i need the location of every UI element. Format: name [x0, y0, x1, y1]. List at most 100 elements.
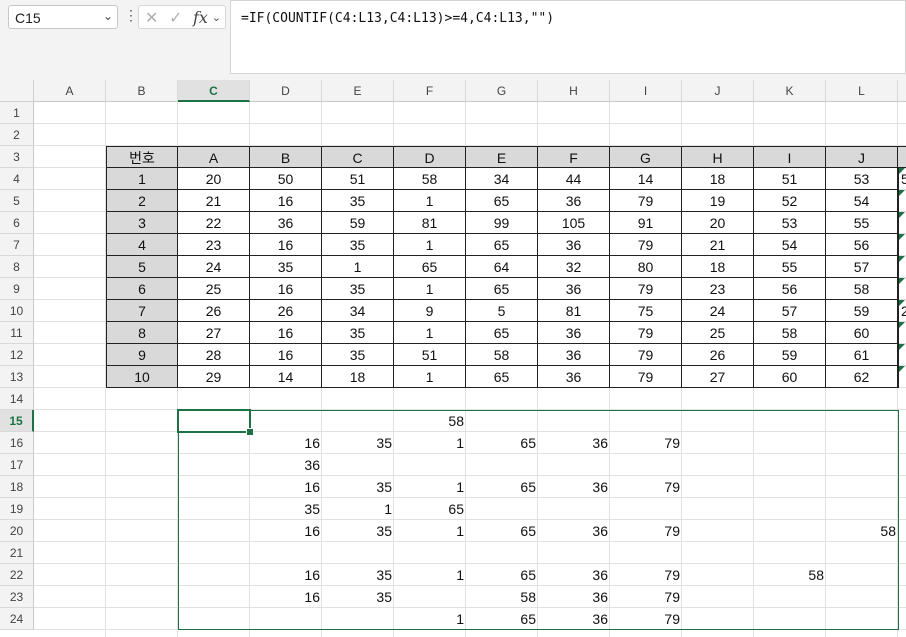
table-cell[interactable]: 51: [754, 168, 826, 190]
row-header-14[interactable]: 14: [0, 388, 34, 410]
table-cell[interactable]: 56: [754, 278, 826, 300]
table-cell[interactable]: 58: [466, 344, 538, 366]
table-cell[interactable]: 54: [754, 234, 826, 256]
row-header-17[interactable]: 17: [0, 454, 34, 476]
error-indicator-icon[interactable]: [899, 300, 905, 306]
error-indicator-icon[interactable]: [899, 366, 905, 372]
table-cell[interactable]: 65: [466, 322, 538, 344]
row-number-cell[interactable]: 3: [106, 212, 178, 234]
table-cell[interactable]: 16: [250, 322, 322, 344]
column-header-e[interactable]: E: [322, 80, 394, 102]
table-cell[interactable]: 1: [394, 234, 466, 256]
row-number-cell[interactable]: 8: [106, 322, 178, 344]
row-number-cell[interactable]: 5: [106, 256, 178, 278]
table-cell[interactable]: 36: [538, 322, 610, 344]
column-header-h[interactable]: H: [538, 80, 610, 102]
table-cell[interactable]: 1: [394, 322, 466, 344]
table-cell[interactable]: 36: [538, 234, 610, 256]
table-cell[interactable]: 59: [754, 344, 826, 366]
table-cell[interactable]: 91: [610, 212, 682, 234]
table-cell[interactable]: 79: [610, 366, 682, 388]
table-cell[interactable]: 105: [538, 212, 610, 234]
row-header-24[interactable]: 24: [0, 608, 34, 630]
table-cell[interactable]: 5: [466, 300, 538, 322]
row-header-12[interactable]: 12: [0, 344, 34, 366]
chevron-down-icon[interactable]: ⌄: [212, 11, 221, 24]
row-header-8[interactable]: 8: [0, 256, 34, 278]
row-number-cell[interactable]: 1: [106, 168, 178, 190]
row-number-cell[interactable]: 7: [106, 300, 178, 322]
table-cell[interactable]: 79: [610, 278, 682, 300]
table-cell[interactable]: 51: [394, 344, 466, 366]
row-header-20[interactable]: 20: [0, 520, 34, 542]
table-cell[interactable]: 36: [538, 190, 610, 212]
table-cell[interactable]: 54: [826, 190, 898, 212]
table-cell[interactable]: 28: [178, 344, 250, 366]
table-cell[interactable]: 81: [394, 212, 466, 234]
table-cell[interactable]: 36: [538, 278, 610, 300]
table-cell[interactable]: 18: [322, 366, 394, 388]
table-cell[interactable]: 60: [754, 366, 826, 388]
table-cell[interactable]: 36: [538, 344, 610, 366]
column-header-c[interactable]: C: [178, 80, 250, 102]
table-cell[interactable]: 59: [322, 212, 394, 234]
table-cell[interactable]: 61: [826, 344, 898, 366]
select-all-corner[interactable]: [0, 80, 34, 102]
active-cell-c15[interactable]: [177, 409, 251, 433]
table-cell[interactable]: 79: [610, 322, 682, 344]
row-number-cell[interactable]: 2: [106, 190, 178, 212]
row-number-cell[interactable]: 10: [106, 366, 178, 388]
table-cell[interactable]: 26: [250, 300, 322, 322]
table-cell[interactable]: 35: [322, 322, 394, 344]
table-cell[interactable]: 50: [250, 168, 322, 190]
table-cell[interactable]: 65: [466, 278, 538, 300]
table-cell[interactable]: 1: [394, 278, 466, 300]
row-header-18[interactable]: 18: [0, 476, 34, 498]
table-cell[interactable]: 64: [466, 256, 538, 278]
table-header-cell[interactable]: 번호: [106, 146, 178, 168]
row-header-16[interactable]: 16: [0, 432, 34, 454]
table-cell[interactable]: 1: [394, 366, 466, 388]
row-header-10[interactable]: 10: [0, 300, 34, 322]
column-header-i[interactable]: I: [610, 80, 682, 102]
table-cell[interactable]: 65: [394, 256, 466, 278]
table-cell[interactable]: 18: [682, 168, 754, 190]
column-header-d[interactable]: D: [250, 80, 322, 102]
table-cell[interactable]: 29: [178, 366, 250, 388]
table-cell[interactable]: 19: [682, 190, 754, 212]
table-cell[interactable]: 53: [754, 212, 826, 234]
table-cell[interactable]: 32: [538, 256, 610, 278]
row-header-21[interactable]: 21: [0, 542, 34, 564]
table-cell[interactable]: 56: [826, 234, 898, 256]
table-cell[interactable]: 27: [682, 366, 754, 388]
table-cell[interactable]: 58: [826, 278, 898, 300]
column-header-m[interactable]: [898, 80, 906, 102]
table-cell[interactable]: 51: [322, 168, 394, 190]
table-cell[interactable]: 35: [322, 278, 394, 300]
row-header-6[interactable]: 6: [0, 212, 34, 234]
row-header-11[interactable]: 11: [0, 322, 34, 344]
row-header-19[interactable]: 19: [0, 498, 34, 520]
table-cell[interactable]: 55: [826, 212, 898, 234]
error-indicator-icon[interactable]: [899, 234, 905, 240]
table-cell[interactable]: 35: [250, 256, 322, 278]
table-header-cell[interactable]: A: [178, 146, 250, 168]
row-header-9[interactable]: 9: [0, 278, 34, 300]
table-cell[interactable]: 24: [682, 300, 754, 322]
cancel-icon[interactable]: ✕: [145, 8, 158, 28]
error-indicator-icon[interactable]: [899, 322, 905, 328]
table-cell[interactable]: 55: [754, 256, 826, 278]
table-cell[interactable]: 26: [178, 300, 250, 322]
column-header-f[interactable]: F: [394, 80, 466, 102]
table-header-cell[interactable]: B: [250, 146, 322, 168]
table-cell[interactable]: 26: [682, 344, 754, 366]
table-cell[interactable]: 9: [394, 300, 466, 322]
table-cell[interactable]: 14: [610, 168, 682, 190]
table-cell[interactable]: 27: [178, 322, 250, 344]
fill-handle[interactable]: [246, 428, 254, 436]
table-cell[interactable]: 1: [394, 190, 466, 212]
table-cell[interactable]: 59: [826, 300, 898, 322]
table-header-cell[interactable]: J: [826, 146, 898, 168]
table-cell[interactable]: 35: [322, 190, 394, 212]
row-header-1[interactable]: 1: [0, 102, 34, 124]
